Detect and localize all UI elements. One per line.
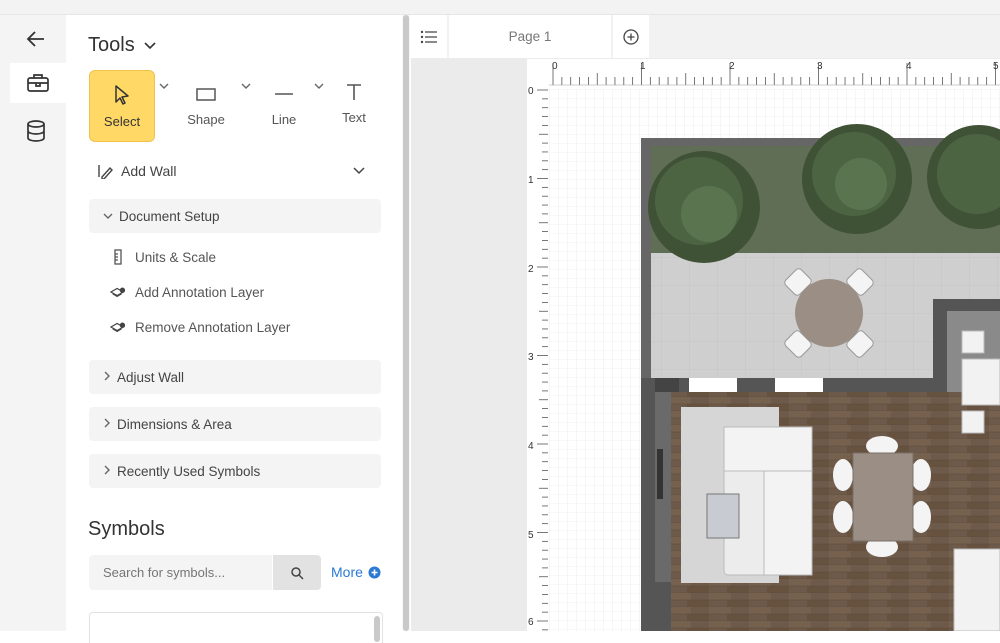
tools-panel: Tools Select Shape Line Text Add Wall Do… — [66, 15, 400, 643]
chevron-down-icon — [353, 167, 365, 175]
shape-tool-label: Shape — [187, 112, 225, 127]
section-adjust-wall[interactable]: Adjust Wall — [89, 360, 381, 394]
list-icon — [420, 30, 437, 43]
vertical-ruler-ticks — [537, 89, 548, 631]
back-button[interactable] — [13, 19, 59, 59]
ruler-label: 3 — [528, 352, 534, 363]
line-tool-dropdown[interactable] — [314, 81, 324, 93]
item-label: Units & Scale — [135, 249, 217, 265]
symbols-scrollbar[interactable] — [374, 616, 380, 642]
chevron-down-icon — [159, 83, 169, 89]
vertical-ruler: 0 1 2 3 4 5 6 — [527, 59, 549, 631]
database-icon — [27, 120, 45, 142]
tree-symbol — [802, 124, 912, 234]
tree-symbol — [648, 151, 760, 263]
symbol-search-input[interactable] — [89, 555, 272, 590]
text-icon — [347, 84, 361, 100]
window-top-strip — [0, 0, 1000, 15]
line-tool-button[interactable]: Line — [256, 70, 312, 140]
shape-tool-button[interactable]: Shape — [176, 70, 236, 140]
item-label: Remove Annotation Layer — [135, 319, 291, 335]
select-tool-label: Select — [103, 114, 141, 129]
chevron-down-icon — [144, 41, 156, 49]
left-rail — [0, 15, 66, 631]
add-page-button[interactable] — [613, 15, 649, 58]
chevron-down-icon — [103, 209, 113, 223]
text-tool-button[interactable]: Text — [328, 70, 380, 140]
ruler-label: 2 — [528, 264, 534, 275]
add-wall-dropdown[interactable]: Add Wall — [96, 159, 366, 183]
horizontal-ruler-ticks — [549, 63, 1000, 86]
ruler-label: 2 — [729, 61, 735, 72]
units-scale-item[interactable]: Units & Scale — [110, 246, 216, 268]
panel-scrollbar[interactable] — [402, 15, 410, 631]
more-symbols-link[interactable]: More — [331, 564, 381, 580]
patio-dining-set — [784, 268, 874, 358]
add-wall-label: Add Wall — [121, 163, 177, 179]
floor-plan[interactable] — [549, 89, 1000, 631]
horizontal-ruler: 0 1 2 3 4 5 — [527, 59, 1000, 89]
chevron-right-icon — [103, 417, 111, 431]
add-annotation-layer-item[interactable]: Add Annotation Layer — [110, 281, 264, 303]
more-label: More — [331, 564, 363, 580]
item-label: Add Annotation Layer — [135, 284, 265, 300]
section-document-setup[interactable]: Document Setup — [89, 199, 381, 233]
chevron-right-icon — [103, 370, 111, 384]
arrow-left-icon — [26, 31, 44, 47]
ruler-icon — [110, 249, 126, 265]
select-tool-dropdown[interactable] — [159, 81, 169, 93]
plus-circle-icon — [368, 566, 381, 578]
ruler-label: 1 — [640, 61, 646, 72]
select-tool-button[interactable]: Select — [89, 70, 155, 142]
chevron-right-icon — [103, 464, 111, 478]
section-label: Recently Used Symbols — [117, 463, 261, 479]
symbols-title: Symbols — [88, 518, 165, 540]
coffee-table — [706, 493, 740, 539]
ruler-label: 4 — [528, 441, 534, 452]
section-recently-used-symbols[interactable]: Recently Used Symbols — [89, 454, 381, 488]
ruler-label: 0 — [528, 86, 534, 97]
tab-page-1[interactable]: Page 1 — [449, 15, 611, 58]
section-dimensions-area[interactable]: Dimensions & Area — [89, 407, 381, 441]
section-label: Dimensions & Area — [117, 416, 232, 432]
ruler-label: 4 — [906, 61, 912, 72]
tab-label: Page 1 — [508, 29, 552, 44]
toolbox-icon — [27, 74, 49, 92]
remove-annotation-layer-item[interactable]: Remove Annotation Layer — [110, 316, 290, 338]
line-icon — [275, 93, 293, 95]
ruler-label: 5 — [528, 530, 534, 541]
ruler-label: 0 — [552, 61, 558, 72]
panel-title: Tools — [88, 34, 135, 56]
search-icon — [291, 566, 304, 580]
cursor-icon — [115, 85, 129, 105]
page-tab-bar: Page 1 — [411, 15, 1000, 58]
data-tab-button[interactable] — [13, 111, 59, 151]
panel-scrollbar-thumb[interactable] — [403, 15, 409, 631]
rectangle-icon — [196, 88, 216, 101]
tools-tab-button[interactable] — [10, 63, 66, 103]
ruler-label: 1 — [528, 175, 534, 186]
layers-add-icon — [110, 285, 126, 299]
text-tool-label: Text — [342, 110, 366, 125]
chevron-down-icon — [314, 83, 324, 89]
plus-circle-icon — [623, 28, 639, 45]
section-label: Document Setup — [119, 208, 220, 224]
layers-remove-icon — [110, 320, 126, 334]
symbol-search-button[interactable] — [273, 555, 321, 590]
line-tool-label: Line — [271, 112, 297, 127]
chevron-down-icon — [241, 83, 251, 89]
ruler-label: 5 — [993, 61, 999, 72]
page-list-button[interactable] — [411, 15, 447, 58]
symbols-list — [89, 612, 383, 643]
ruler-label: 3 — [817, 61, 823, 72]
tools-panel-header[interactable]: Tools — [88, 34, 157, 57]
shape-tool-dropdown[interactable] — [241, 81, 251, 93]
pencil-wall-icon — [98, 165, 113, 179]
section-label: Adjust Wall — [117, 369, 185, 385]
door-symbol — [657, 449, 663, 499]
ruler-label: 6 — [528, 617, 534, 628]
